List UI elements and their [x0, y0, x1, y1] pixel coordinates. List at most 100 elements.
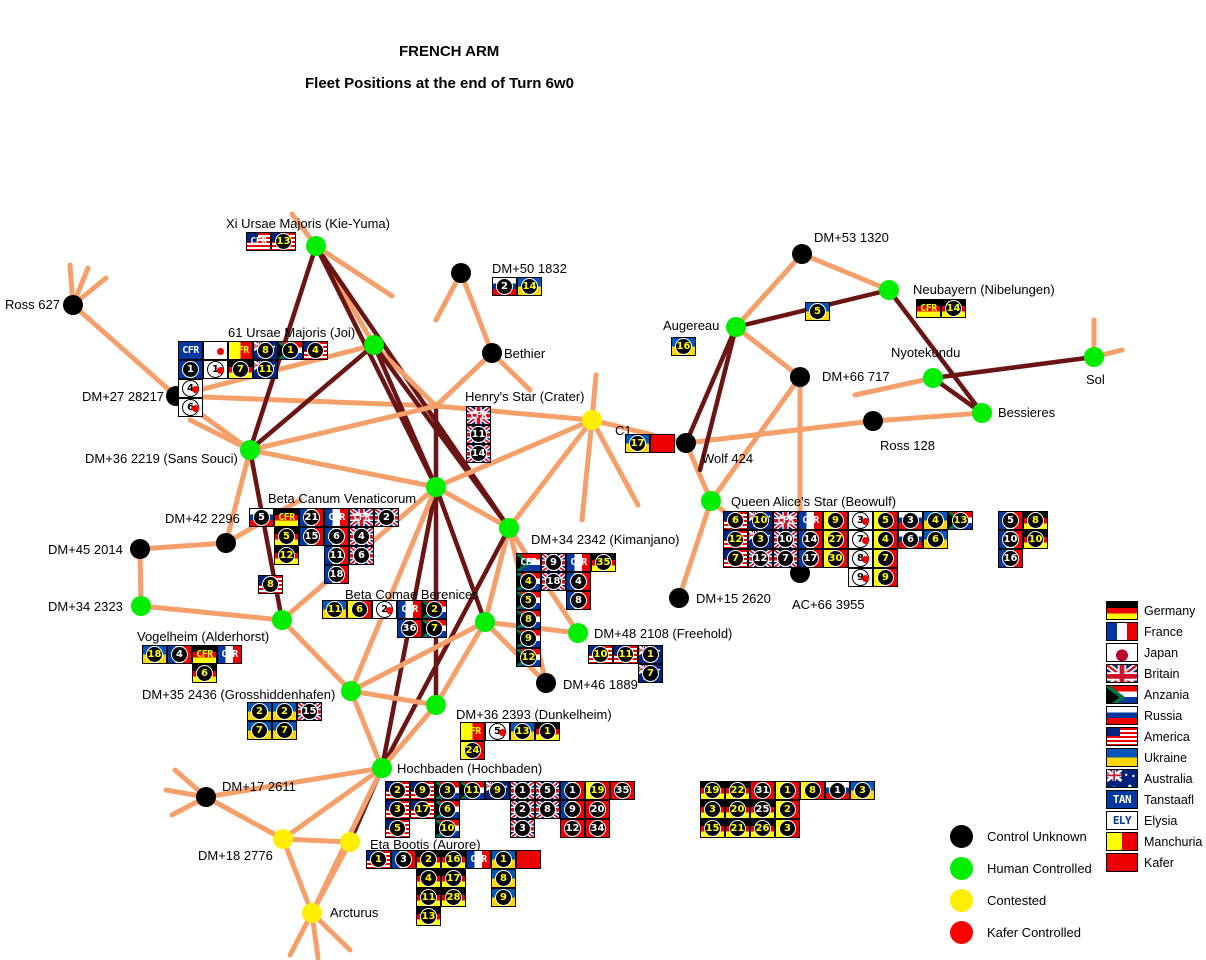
fleet-counter[interactable]	[516, 850, 541, 869]
fleet-counter[interactable]: CFR	[916, 299, 941, 318]
system-node[interactable]	[426, 477, 446, 497]
fleet-counter[interactable]: 1	[535, 722, 560, 741]
fleet-counter[interactable]: CFR	[178, 341, 203, 360]
system-node[interactable]	[372, 758, 392, 778]
fleet-counter[interactable]: 6	[192, 664, 217, 683]
fleet-counter[interactable]: 3	[850, 781, 875, 800]
fleet-counter[interactable]: 4	[516, 572, 541, 591]
fleet-counter[interactable]: 24	[460, 741, 485, 760]
fleet-counter[interactable]: 6	[178, 398, 203, 417]
fleet-counter[interactable]: 28	[441, 888, 466, 907]
fleet-counter[interactable]: 4	[923, 511, 948, 530]
fleet-counter[interactable]: 9	[823, 511, 848, 530]
fleet-counter[interactable]: 13	[416, 907, 441, 926]
fleet-counter[interactable]: CFR	[324, 508, 349, 527]
fleet-counter[interactable]: 16	[998, 549, 1023, 568]
fleet-counter[interactable]: 34	[585, 819, 610, 838]
system-node[interactable]	[475, 612, 495, 632]
fleet-counter[interactable]: 14	[466, 444, 491, 463]
fleet-counter[interactable]: 27	[823, 530, 848, 549]
fleet-counter[interactable]: 7	[773, 549, 798, 568]
fleet-counter[interactable]: 16	[671, 337, 696, 356]
system-node[interactable]	[1084, 347, 1104, 367]
fleet-counter[interactable]: 25	[750, 800, 775, 819]
fleet-counter[interactable]: 35	[591, 553, 616, 572]
fleet-counter[interactable]: 6	[324, 527, 349, 546]
fleet-counter[interactable]: 15	[299, 527, 324, 546]
fleet-counter[interactable]: 5	[385, 819, 410, 838]
fleet-counter[interactable]: 9	[873, 568, 898, 587]
fleet-counter[interactable]: CFR	[566, 553, 591, 572]
fleet-counter[interactable]: CFR	[773, 511, 798, 530]
fleet-counter[interactable]: 14	[517, 277, 542, 296]
fleet-counter[interactable]: 3	[385, 800, 410, 819]
fleet-counter[interactable]: 4	[167, 645, 192, 664]
fleet-counter[interactable]: 12	[274, 546, 299, 565]
fleet-counter[interactable]: 17	[441, 869, 466, 888]
fleet-counter[interactable]: 7	[848, 530, 873, 549]
system-node[interactable]	[863, 411, 883, 431]
system-node[interactable]	[676, 433, 696, 453]
fleet-counter[interactable]: 15	[297, 702, 322, 721]
system-node[interactable]	[582, 410, 602, 430]
fleet-counter[interactable]: 2	[385, 781, 410, 800]
fleet-counter[interactable]: 11	[460, 781, 485, 800]
system-node[interactable]	[272, 610, 292, 630]
fleet-counter[interactable]: 8	[535, 800, 560, 819]
fleet-counter[interactable]: 15	[700, 819, 725, 838]
fleet-counter[interactable]: 4	[566, 572, 591, 591]
system-node[interactable]	[879, 280, 899, 300]
fleet-counter[interactable]: 3	[848, 511, 873, 530]
fleet-counter[interactable]: CFR	[203, 341, 228, 360]
fleet-counter[interactable]: 1	[825, 781, 850, 800]
fleet-counter[interactable]: 17	[798, 549, 823, 568]
fleet-counter[interactable]: 3	[510, 819, 535, 838]
fleet-counter[interactable]: 9	[516, 629, 541, 648]
fleet-counter[interactable]: 2	[247, 702, 272, 721]
fleet-counter[interactable]: 4	[349, 527, 374, 546]
fleet-counter[interactable]: CFR	[466, 850, 491, 869]
fleet-counter[interactable]: 18	[541, 572, 566, 591]
fleet-counter[interactable]: 5	[516, 591, 541, 610]
fleet-counter[interactable]: CFR	[460, 722, 485, 741]
fleet-counter[interactable]: 9	[491, 888, 516, 907]
fleet-counter[interactable]: 11	[324, 546, 349, 565]
fleet-counter[interactable]: 18	[324, 565, 349, 584]
fleet-counter[interactable]: CFR	[246, 232, 271, 251]
fleet-counter[interactable]: 11	[466, 425, 491, 444]
fleet-counter[interactable]: 5	[274, 527, 299, 546]
system-node[interactable]	[273, 829, 293, 849]
fleet-counter[interactable]: 10	[1023, 530, 1048, 549]
fleet-counter[interactable]: 8	[253, 341, 278, 360]
fleet-counter[interactable]: 2	[374, 508, 399, 527]
fleet-counter[interactable]: 8	[848, 549, 873, 568]
fleet-counter[interactable]: 19	[700, 781, 725, 800]
fleet-counter[interactable]: 19	[585, 781, 610, 800]
fleet-counter[interactable]: 1	[638, 645, 663, 664]
fleet-counter[interactable]: 8	[516, 610, 541, 629]
fleet-counter[interactable]: 21	[725, 819, 750, 838]
fleet-counter[interactable]: 1	[278, 341, 303, 360]
fleet-counter[interactable]: 3	[700, 800, 725, 819]
fleet-counter[interactable]: 9	[541, 553, 566, 572]
fleet-counter[interactable]: 17	[625, 434, 650, 453]
fleet-counter[interactable]: CFR	[466, 406, 491, 425]
system-node[interactable]	[341, 681, 361, 701]
system-node[interactable]	[216, 533, 236, 553]
system-node[interactable]	[669, 588, 689, 608]
system-node[interactable]	[923, 368, 943, 388]
fleet-counter[interactable]: 14	[941, 299, 966, 318]
fleet-counter[interactable]: 35	[610, 781, 635, 800]
fleet-counter[interactable]: 12	[748, 549, 773, 568]
system-node[interactable]	[302, 903, 322, 923]
fleet-counter[interactable]: 9	[410, 781, 435, 800]
fleet-counter[interactable]: 13	[271, 232, 296, 251]
fleet-counter[interactable]: 8	[800, 781, 825, 800]
fleet-counter[interactable]: 3	[435, 781, 460, 800]
system-node[interactable]	[792, 244, 812, 264]
fleet-counter[interactable]: 7	[638, 664, 663, 683]
fleet-counter[interactable]: 12	[560, 819, 585, 838]
fleet-counter[interactable]: CFR	[228, 341, 253, 360]
system-node[interactable]	[482, 343, 502, 363]
system-node[interactable]	[451, 263, 471, 283]
